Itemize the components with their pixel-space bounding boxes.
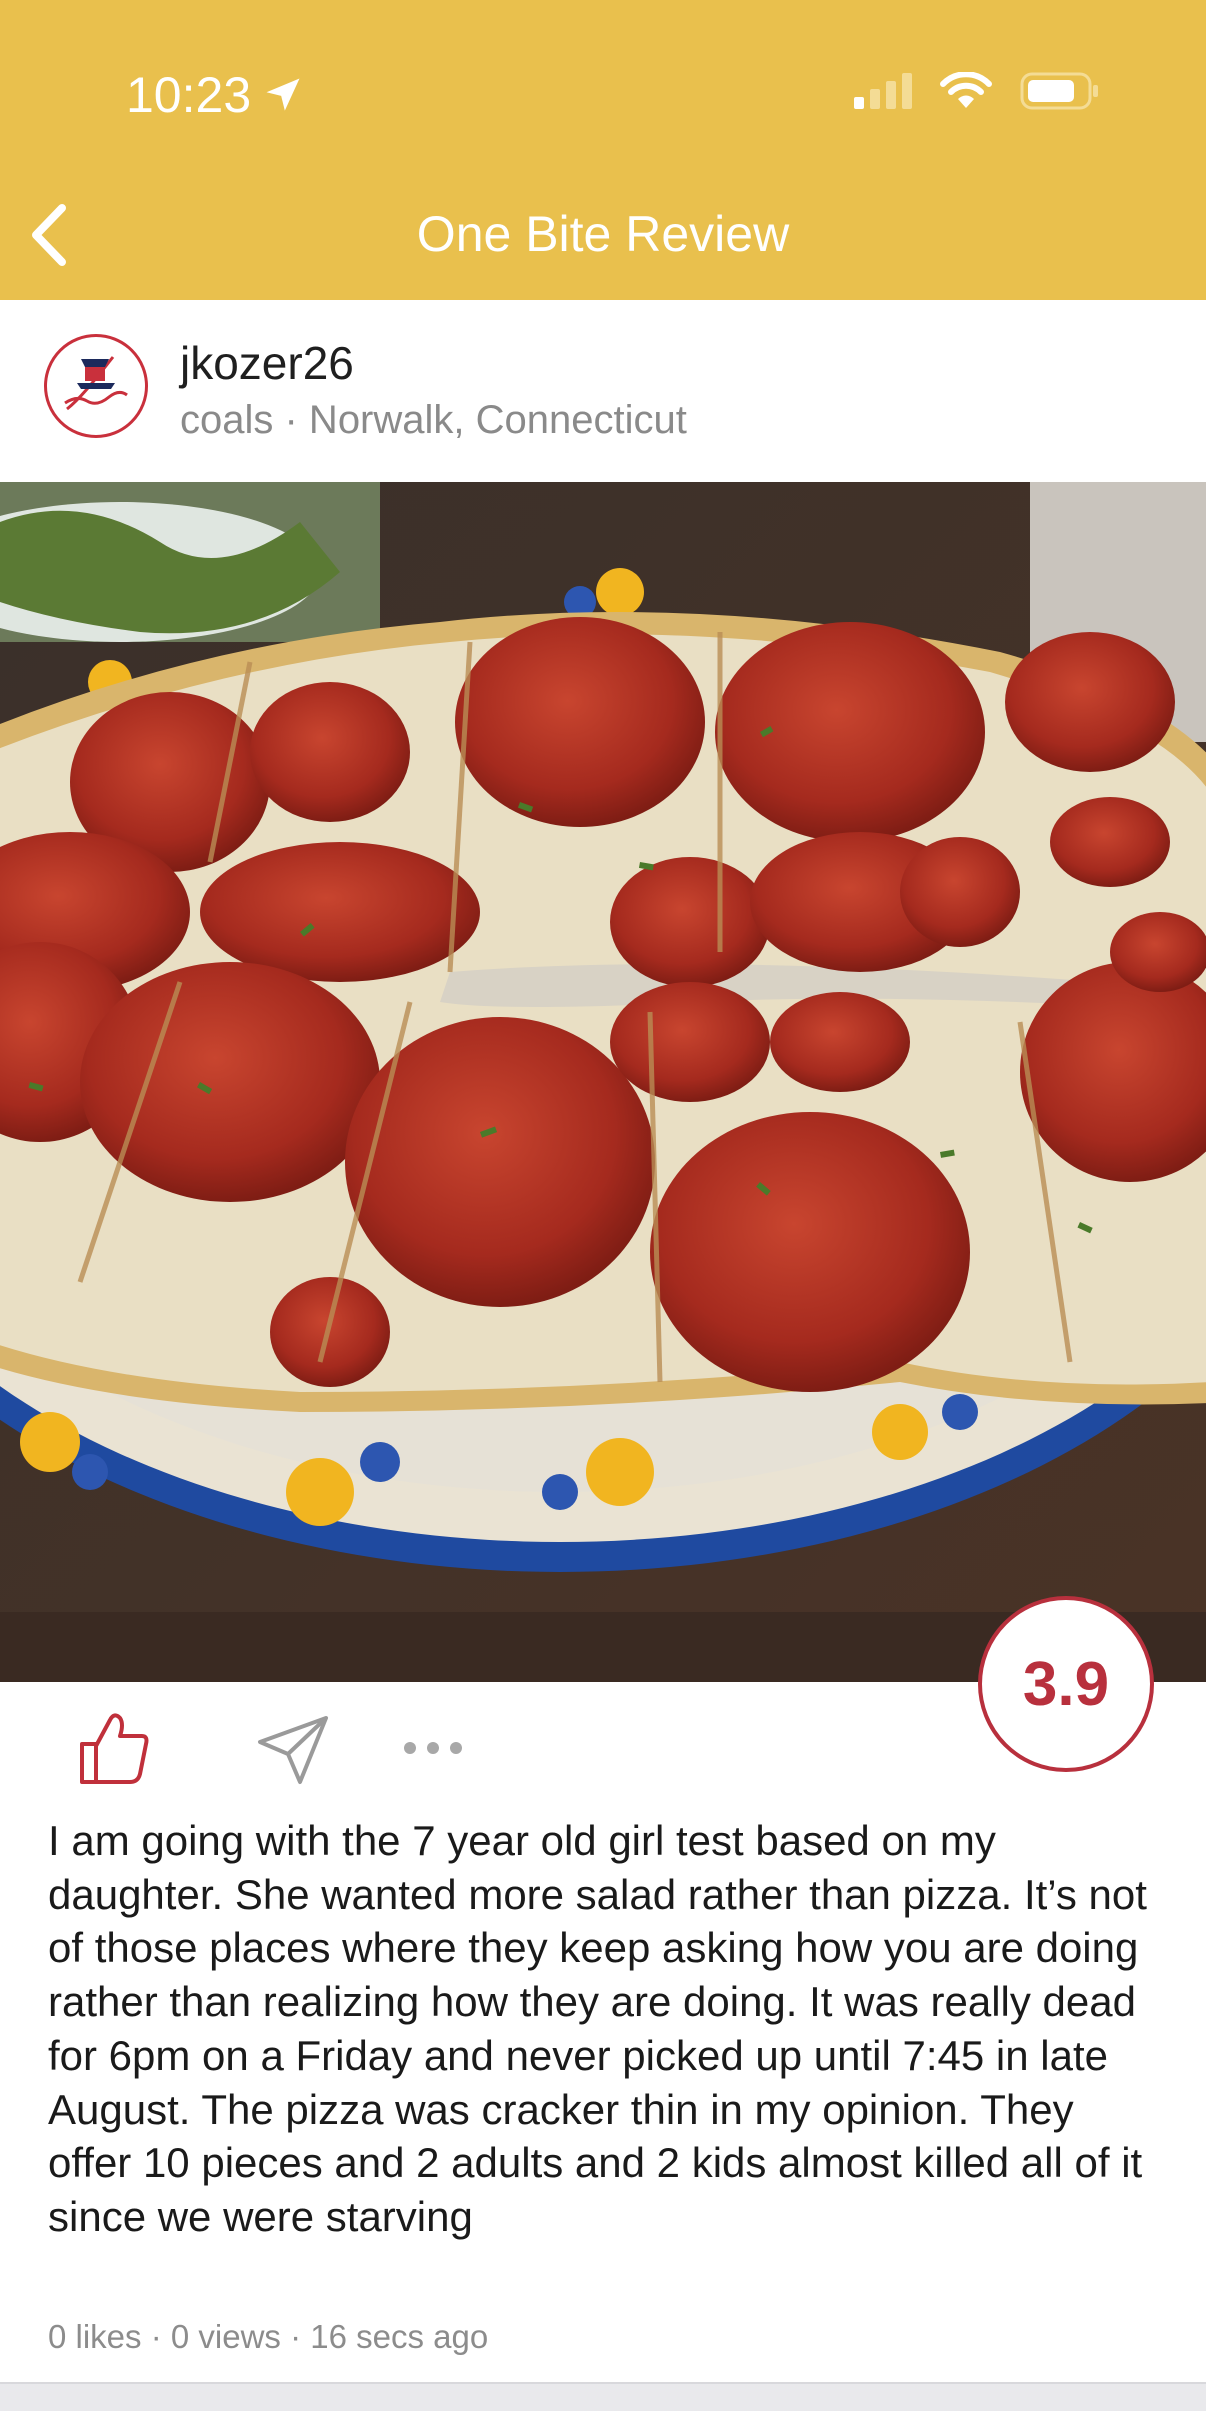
review-text: I am going with the 7 year old girl test… bbox=[48, 1817, 1147, 2240]
status-time-text: 10:23 bbox=[126, 67, 252, 123]
battery-icon bbox=[1020, 72, 1098, 110]
status-time: 10:23 bbox=[126, 66, 305, 124]
rating-badge: 3.9 bbox=[978, 1596, 1154, 1772]
username[interactable]: jkozer26 bbox=[180, 336, 354, 390]
thumbs-up-icon[interactable] bbox=[78, 1710, 150, 1786]
post-header bbox=[0, 300, 1206, 480]
post-meta: 0 likes · 0 views · 16 secs ago bbox=[48, 2318, 489, 2355]
status-indicators bbox=[854, 72, 1100, 110]
restaurant-location[interactable]: coals · Norwalk, Connecticut bbox=[180, 398, 687, 443]
signal-icon bbox=[854, 73, 912, 109]
wifi-icon bbox=[940, 72, 992, 108]
pizza-photo bbox=[0, 482, 1206, 1682]
send-icon[interactable] bbox=[256, 1712, 332, 1788]
page-title: One Bite Review bbox=[416, 206, 790, 262]
yankees-logo-icon bbox=[52, 342, 140, 430]
pizza-illustration bbox=[0, 482, 1206, 1682]
bottom-divider bbox=[0, 2382, 1206, 2411]
app-header: 10:23 One Bite Review bbox=[0, 0, 1206, 300]
location-arrow-icon bbox=[266, 78, 300, 111]
more-icon[interactable] bbox=[402, 1736, 464, 1760]
avatar[interactable] bbox=[44, 334, 148, 438]
